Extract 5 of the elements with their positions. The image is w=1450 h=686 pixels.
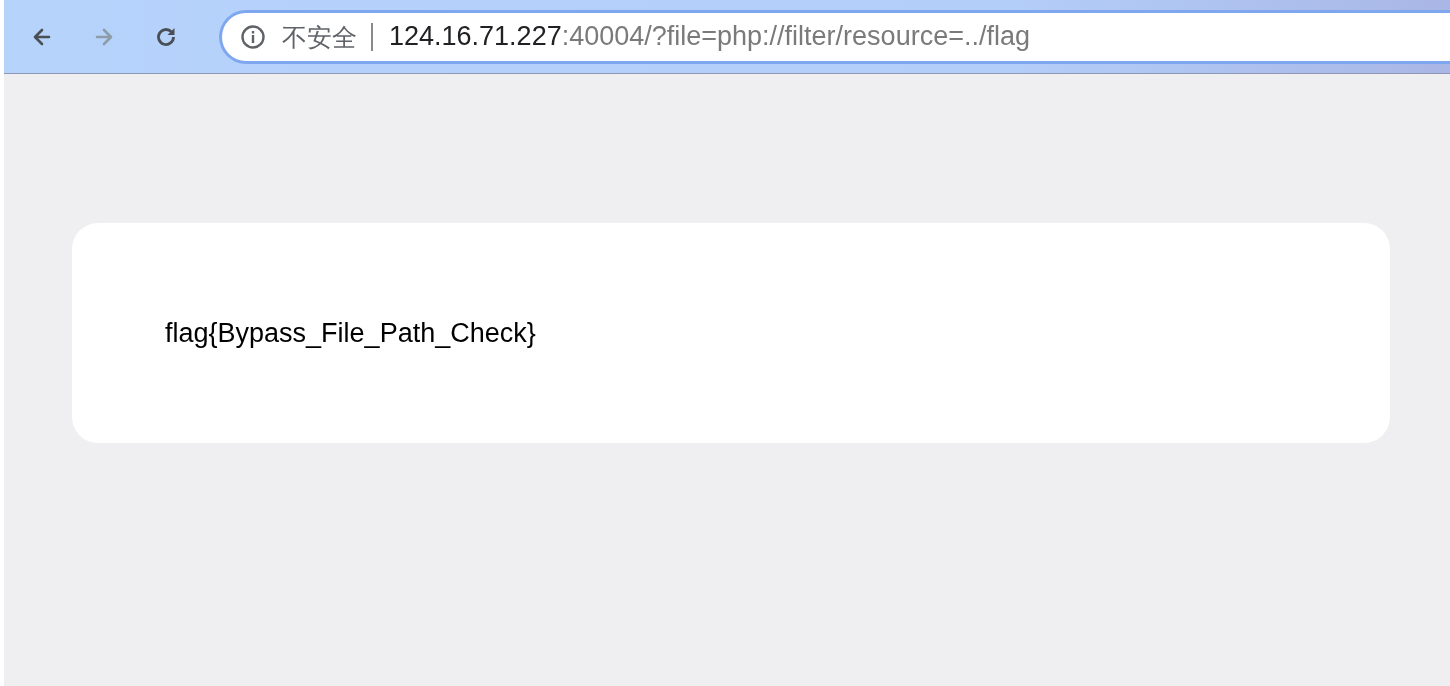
url-text[interactable]: 124.16.71.227:40004/?file=php://filter/resource=../flag [389, 21, 1030, 52]
security-label: 不安全 [282, 22, 373, 51]
info-icon[interactable] [240, 23, 266, 50]
address-bar[interactable]: 不安全 124.16.71.227:40004/?file=php://filter/resource=../flag [219, 9, 1450, 64]
flag-text: flag{Bypass_File_Path_Check} [165, 317, 536, 349]
